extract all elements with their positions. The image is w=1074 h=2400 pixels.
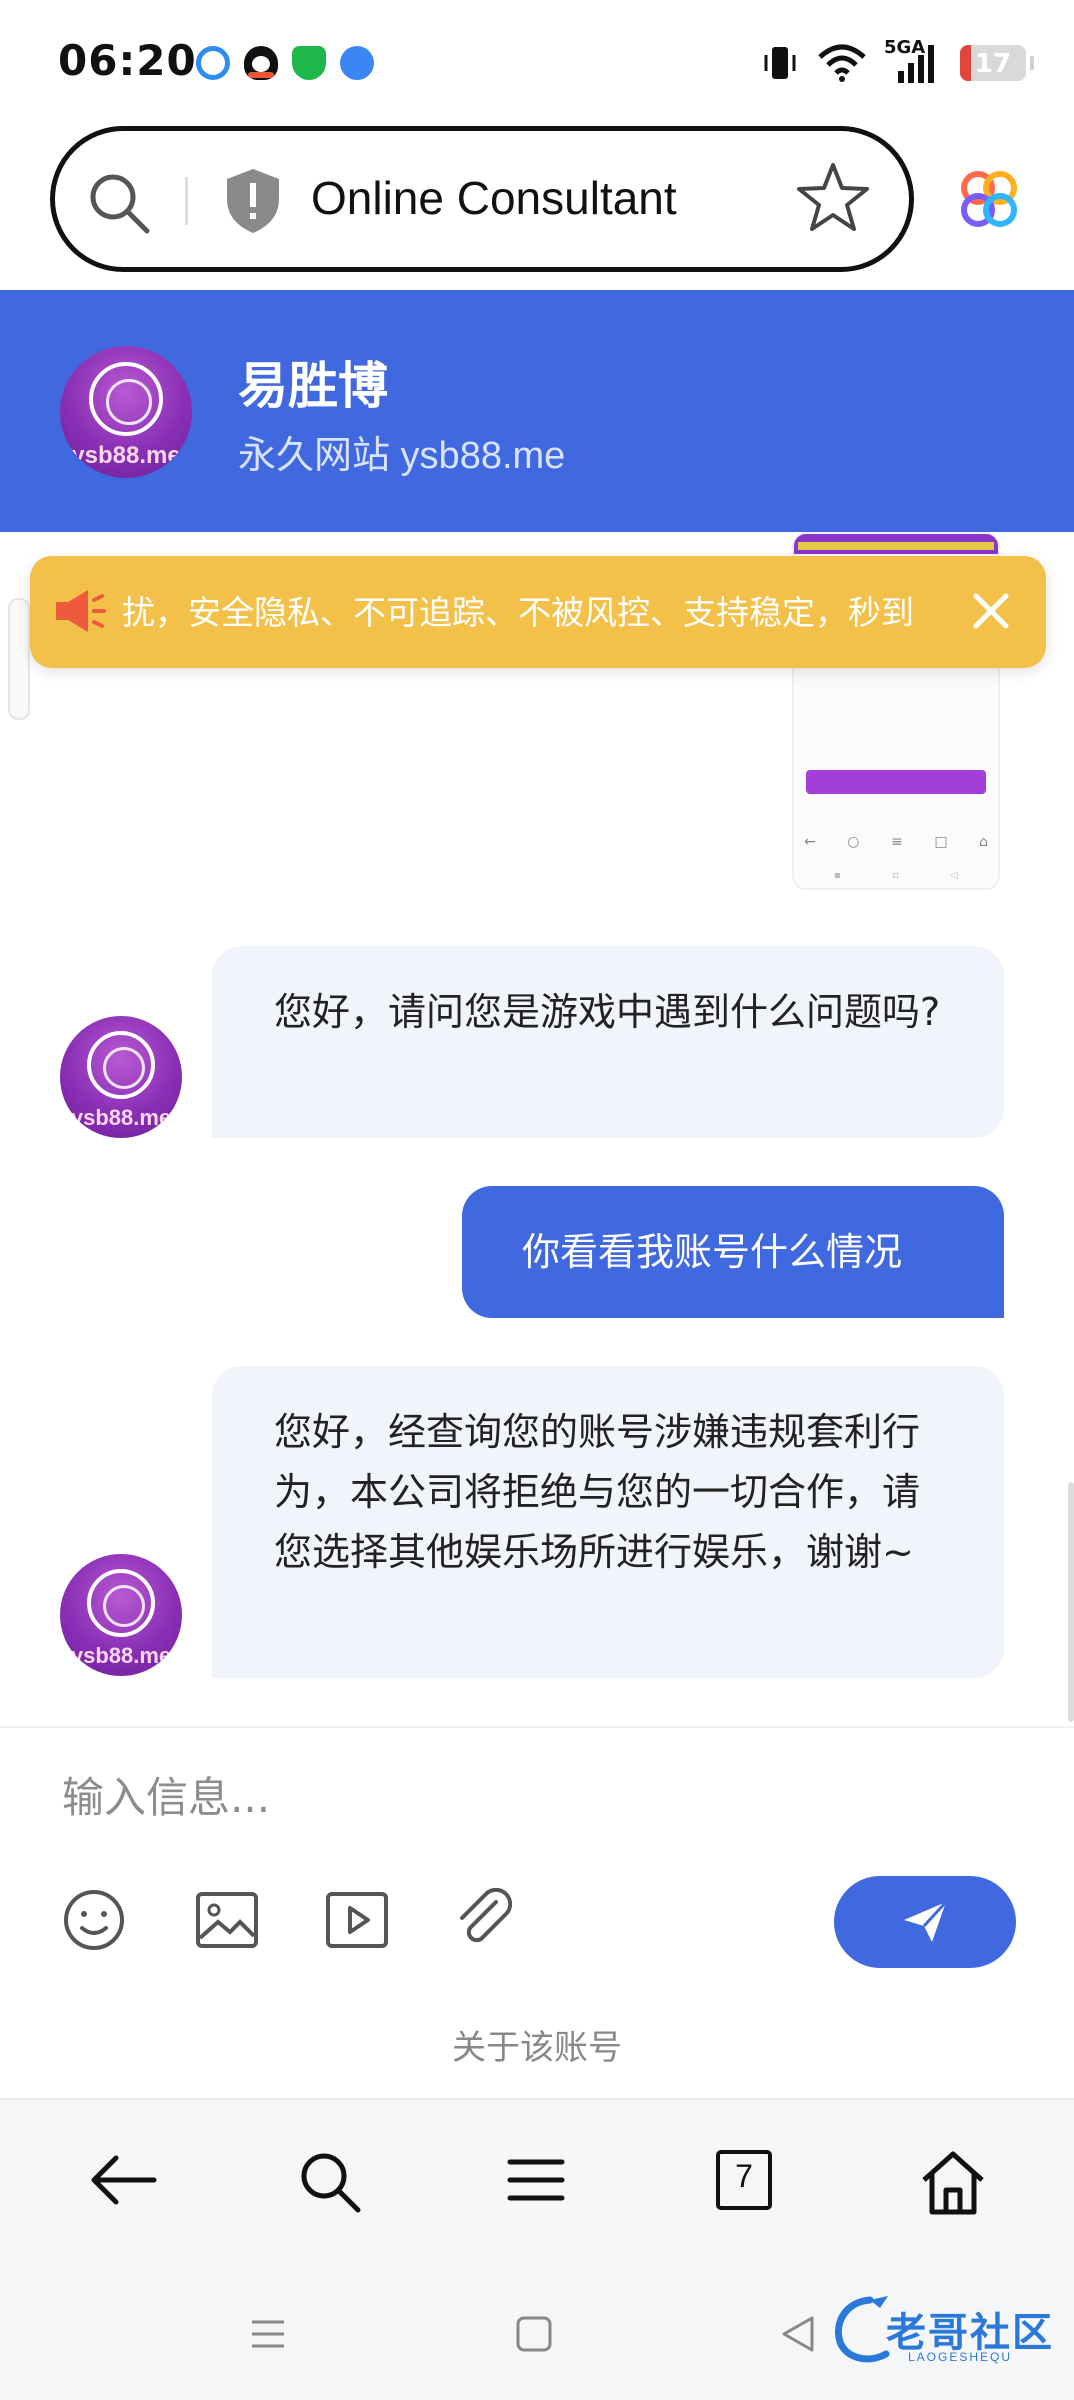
- qq-penguin-icon: [244, 46, 278, 80]
- notice-text: 扰，安全隐私、不可追踪、不被风控、支持稳定，秒到: [122, 593, 914, 632]
- battery-level: 17: [974, 49, 1012, 79]
- send-icon: [904, 1900, 948, 1942]
- back-arrow-icon[interactable]: [88, 2148, 160, 2212]
- watermark: 老哥社区 LAOGESHEQU: [830, 2292, 1060, 2372]
- scrollbar[interactable]: [1068, 1482, 1074, 1722]
- contact-name: 易胜博: [238, 357, 388, 415]
- thumbnail-sys-nav: ▪ ▫ ◁: [834, 870, 958, 881]
- address-bar[interactable]: Online Consultant: [50, 126, 914, 272]
- browser-app-icon: [340, 46, 374, 80]
- search-icon[interactable]: [296, 2148, 364, 2216]
- status-time: 06:20: [58, 36, 197, 85]
- chat-area[interactable]: ← ○ ≡ □ ⌂ ▪ ▫ ◁ 扰，安全隐私、不可追踪、不被风控、支持稳定，秒到 ysb88…: [0, 532, 1074, 1726]
- message-bubble-user[interactable]: 你看看我账号什么情况: [462, 1186, 1004, 1318]
- status-right-group: 5GA 17: [760, 37, 1034, 88]
- attachment-icon[interactable]: [452, 1888, 518, 1952]
- send-button[interactable]: [834, 1876, 1016, 1968]
- avatar-text: ysb88.me: [70, 1104, 172, 1130]
- address-divider: [185, 177, 188, 225]
- wifi-icon: [818, 44, 866, 82]
- avatar-logo-icon: [86, 1568, 156, 1637]
- home-icon[interactable]: [918, 2148, 988, 2216]
- site-shield-icon[interactable]: [223, 167, 283, 235]
- message-bubble-agent[interactable]: 您好，经查询您的账号涉嫌违规套利行为，本公司将拒绝与您的一切合作，请您选择其他娱…: [212, 1366, 1004, 1678]
- avatar-text: ysb88.me: [71, 442, 181, 470]
- avatar-logo-icon: [89, 361, 163, 436]
- back-nav-icon[interactable]: [778, 2314, 818, 2354]
- notice-banner[interactable]: 扰，安全隐私、不可追踪、不被风控、支持稳定，秒到: [30, 556, 1046, 668]
- megaphone-icon: [56, 590, 106, 632]
- signal-indicator: 5GA: [884, 37, 944, 85]
- message-input[interactable]: 输入信息...: [62, 1764, 270, 1825]
- menu-icon[interactable]: [506, 2148, 566, 2212]
- thumbnail-button: [806, 770, 986, 794]
- agent-avatar[interactable]: ysb88.me: [60, 1016, 182, 1138]
- bookmark-star-icon[interactable]: [797, 161, 869, 233]
- signal-bars-icon: [898, 45, 934, 83]
- chat-header: ysb88.me 易胜博 永久网站 ysb88.me: [0, 290, 1074, 532]
- message-app-icon: [196, 46, 230, 80]
- video-icon[interactable]: [324, 1888, 390, 1952]
- thumbnail-banner: [794, 534, 998, 554]
- browser-toolbar: 7: [0, 2098, 1074, 2268]
- tabs-button[interactable]: 7: [714, 2148, 774, 2212]
- avatar[interactable]: ysb88.me: [60, 346, 192, 478]
- close-icon[interactable]: [970, 590, 1012, 632]
- browser-logo-icon[interactable]: [958, 168, 1020, 230]
- emoji-icon[interactable]: [62, 1888, 126, 1952]
- image-icon[interactable]: [194, 1888, 260, 1952]
- contact-subtitle: 永久网站 ysb88.me: [238, 435, 566, 477]
- avatar-text: ysb88.me: [70, 1642, 172, 1668]
- home-nav-icon[interactable]: [514, 2314, 554, 2354]
- tab-count: 7: [735, 2158, 753, 2194]
- recents-icon[interactable]: [248, 2314, 288, 2354]
- composer: 输入信息... 关于该账号: [0, 1726, 1074, 2098]
- status-bar: 06:20 5GA 17: [0, 0, 1074, 120]
- battery-tip: [1030, 56, 1034, 70]
- address-title[interactable]: Online Consultant: [311, 171, 677, 225]
- previous-image-edge: [8, 598, 30, 720]
- vibrate-icon: [764, 47, 796, 79]
- message-bubble-agent[interactable]: 您好，请问您是游戏中遇到什么问题吗?: [212, 946, 1004, 1138]
- watermark-subtext: LAOGESHEQU: [908, 2350, 1013, 2364]
- avatar-logo-icon: [86, 1030, 156, 1099]
- about-account-link[interactable]: 关于该账号: [0, 2020, 1074, 2069]
- battery-icon: 17: [960, 45, 1026, 81]
- agent-avatar[interactable]: ysb88.me: [60, 1554, 182, 1676]
- thumbnail-nav: ← ○ ≡ □ ⌂: [804, 834, 988, 850]
- search-icon[interactable]: [85, 169, 155, 239]
- security-shield-icon: [292, 46, 326, 80]
